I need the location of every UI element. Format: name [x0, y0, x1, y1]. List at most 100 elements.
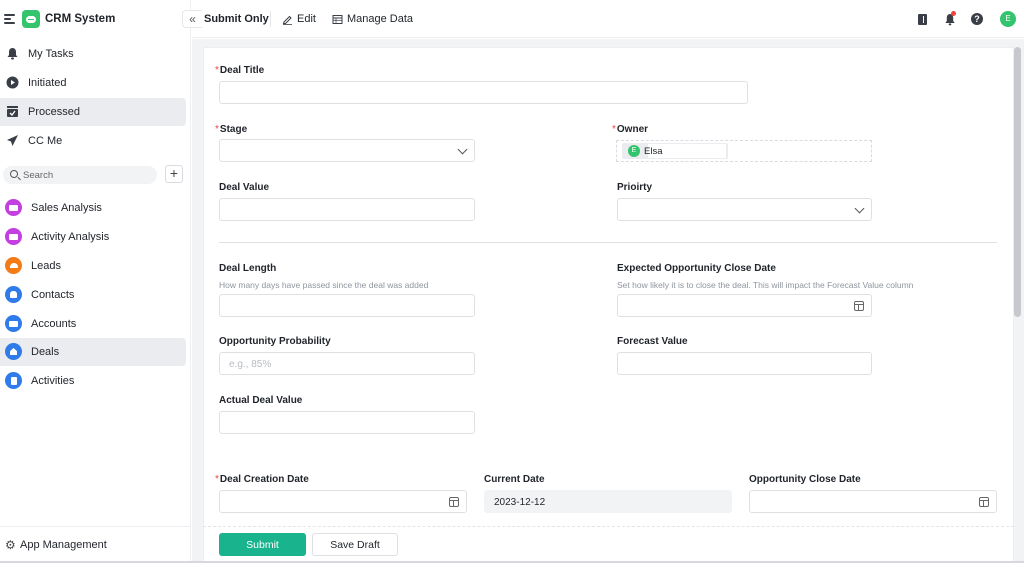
app-item-contacts[interactable]: Contacts [0, 281, 186, 309]
add-app-button[interactable]: + [165, 165, 183, 183]
expected-close-date-label: Expected Opportunity Close Date [617, 263, 776, 274]
expected-close-date-hint: Set how likely it is to close the deal. … [617, 280, 914, 290]
save-draft-button[interactable]: Save Draft [312, 533, 398, 556]
probability-label: Opportunity Probability [219, 336, 331, 347]
close-date-label: Opportunity Close Date [749, 474, 861, 485]
app-label: Deals [31, 346, 60, 358]
alarm-icon [5, 257, 22, 274]
nav-label: CC Me [28, 135, 63, 147]
footer-divider [203, 526, 1014, 527]
forecast-value-input[interactable] [617, 352, 872, 375]
priority-label: Prioirty [617, 182, 653, 193]
deal-length-label: Deal Length [219, 263, 277, 274]
deal-length-input[interactable] [219, 294, 475, 317]
user-avatar[interactable]: E [1000, 11, 1016, 27]
owner-picker[interactable]: E Elsa [616, 140, 872, 162]
search-placeholder: Search [23, 170, 54, 181]
section-divider [219, 242, 997, 243]
app-name: CRM System [45, 13, 116, 25]
divider [270, 11, 271, 27]
calendar-icon [449, 497, 459, 507]
send-icon [7, 135, 18, 146]
app-management-label: App Management [20, 539, 107, 551]
app-label: Contacts [31, 289, 75, 301]
stage-select[interactable] [219, 139, 475, 162]
brand-header: CRM System [0, 0, 191, 38]
calendar-icon [854, 301, 864, 311]
sidebar: CRM System My Tasks Initiated Processed … [0, 0, 191, 563]
app-label: Sales Analysis [31, 202, 102, 214]
app-item-sales-analysis[interactable]: Sales Analysis [0, 194, 186, 222]
priority-select[interactable] [617, 198, 872, 221]
nav-item-initiated[interactable]: Initiated [0, 69, 186, 97]
owner-label: *Owner [612, 124, 649, 135]
deal-title-label: *Deal Title [215, 65, 265, 76]
close-date-input[interactable] [749, 490, 997, 513]
creation-date-label: *Deal Creation Date [215, 474, 309, 485]
pencil-icon [282, 15, 292, 25]
chevron-down-icon [457, 144, 468, 155]
stage-label: *Stage [215, 124, 248, 135]
bell-icon [7, 48, 18, 60]
menu-icon[interactable] [4, 14, 15, 24]
app-logo-icon [22, 10, 40, 28]
probability-input[interactable]: e.g., 85% [219, 352, 475, 375]
page-title: Submit Only [204, 13, 269, 25]
deal-length-hint: How many days have passed since the deal… [219, 280, 429, 290]
nav-label: Initiated [28, 77, 67, 89]
expected-close-date-input[interactable] [617, 294, 872, 317]
house-icon [5, 343, 22, 360]
edit-label: Edit [297, 13, 316, 25]
top-bar: Submit Only Edit Manage Data ? E [192, 0, 1024, 38]
inbox-check-icon [7, 106, 18, 117]
table-icon [332, 14, 343, 24]
owner-name: Elsa [644, 146, 663, 157]
actual-deal-value-label: Actual Deal Value [219, 395, 303, 406]
app-item-deals[interactable]: Deals [0, 338, 186, 366]
deal-value-input[interactable] [219, 198, 475, 221]
nav-label: My Tasks [28, 48, 74, 60]
manage-data-label: Manage Data [347, 13, 414, 25]
nav-item-cc-me[interactable]: CC Me [0, 127, 186, 155]
collapse-sidebar-button[interactable]: « [182, 10, 202, 28]
nav-label: Processed [28, 106, 80, 118]
app-label: Leads [31, 260, 61, 272]
form-scrollbar[interactable] [1014, 47, 1021, 317]
submit-button[interactable]: Submit [219, 533, 306, 556]
app-label: Activities [31, 375, 75, 387]
briefcase-icon [5, 315, 22, 332]
notification-badge [951, 11, 956, 16]
document-icon [5, 372, 22, 389]
forecast-value-label: Forecast Value [617, 336, 688, 347]
current-date-label: Current Date [484, 474, 545, 485]
creation-date-input[interactable] [219, 490, 467, 513]
deal-title-input[interactable] [219, 81, 748, 104]
deal-value-label: Deal Value [219, 182, 270, 193]
app-item-leads[interactable]: Leads [0, 252, 186, 280]
app-item-activity-analysis[interactable]: Activity Analysis [0, 223, 186, 251]
edit-button[interactable]: Edit [282, 11, 316, 27]
manage-data-button[interactable]: Manage Data [332, 11, 413, 27]
gear-icon: ⚙ [5, 538, 16, 552]
chevron-down-icon [854, 203, 865, 214]
nav-item-my-tasks[interactable]: My Tasks [0, 40, 186, 68]
chart-monitor-icon [5, 199, 22, 216]
search-input[interactable]: Search [3, 166, 157, 184]
play-circle-icon [6, 76, 19, 89]
search-icon [10, 170, 18, 178]
app-item-accounts[interactable]: Accounts [0, 310, 186, 338]
owner-avatar: E [628, 145, 640, 157]
app-label: Accounts [31, 318, 77, 330]
notification-bell-icon[interactable] [944, 11, 956, 26]
app-management-link[interactable]: ⚙ App Management [0, 526, 191, 563]
help-icon[interactable]: ? [971, 13, 983, 25]
calendar-icon [979, 497, 989, 507]
app-item-activities[interactable]: Activities [0, 367, 186, 395]
app-label: Activity Analysis [31, 231, 110, 243]
person-icon [5, 286, 22, 303]
owner-chip[interactable]: E Elsa [622, 143, 728, 159]
book-icon[interactable] [918, 14, 927, 25]
actual-deal-value-input[interactable] [219, 411, 475, 434]
current-date-field: 2023-12-12 [484, 490, 732, 513]
nav-item-processed[interactable]: Processed [0, 98, 186, 126]
